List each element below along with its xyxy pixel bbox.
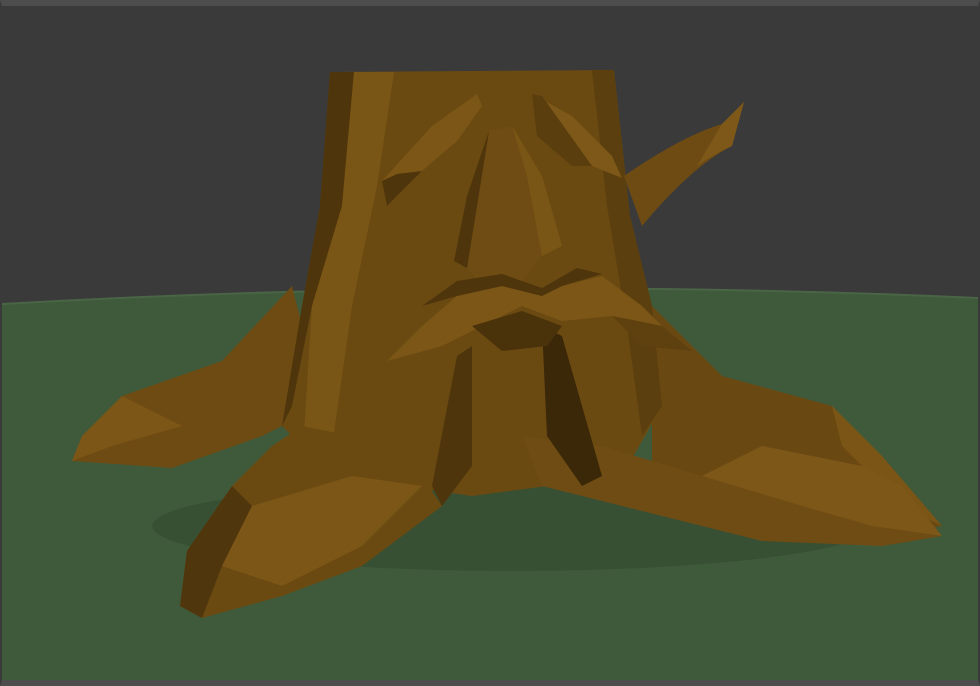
viewport-canvas bbox=[2, 6, 978, 680]
3d-viewport[interactable] bbox=[2, 6, 978, 680]
viewport-frame bbox=[0, 0, 980, 686]
